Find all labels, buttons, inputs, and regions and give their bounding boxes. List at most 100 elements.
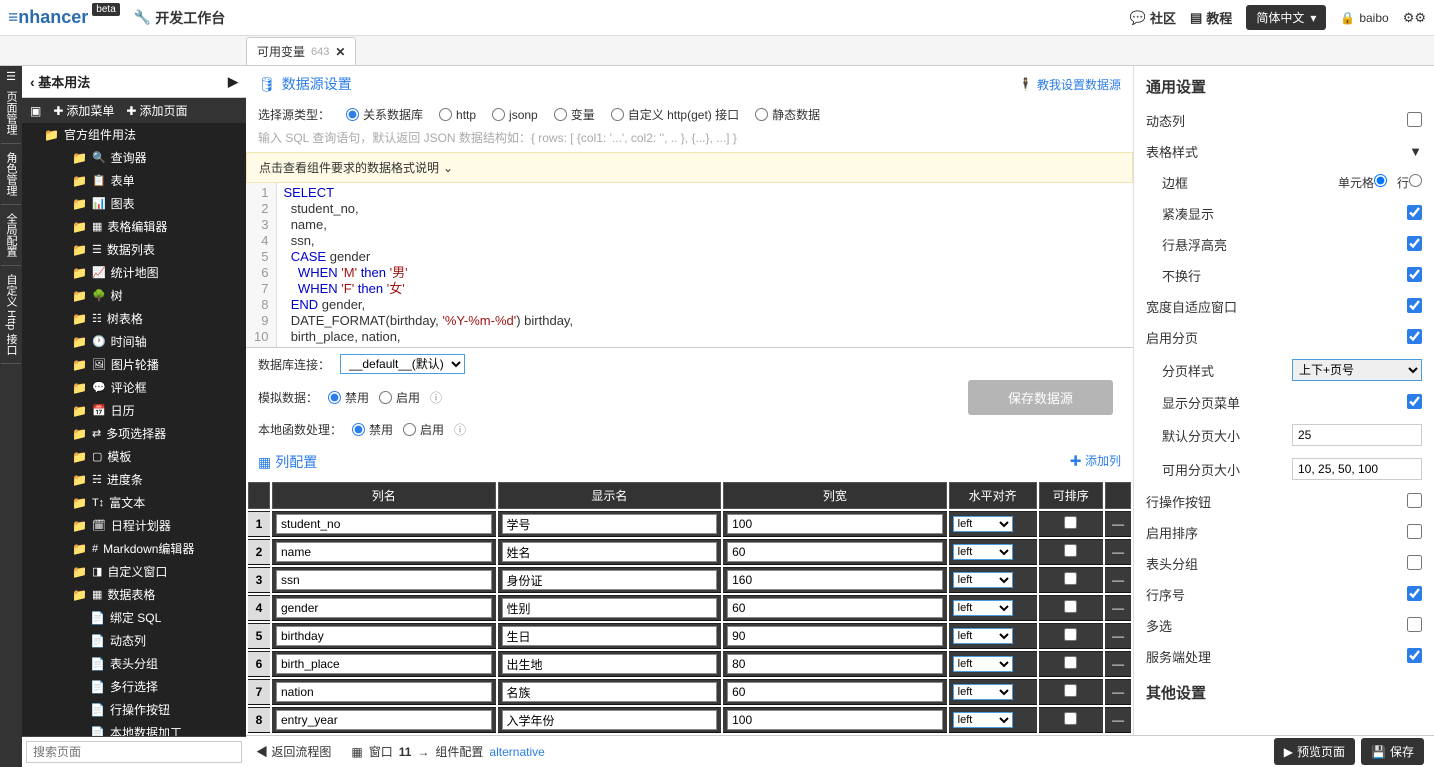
rail-hamburger-icon[interactable]: ☰ bbox=[6, 70, 16, 83]
rail-http-api[interactable]: 自定义 Http 接口 bbox=[1, 266, 21, 364]
remove-icon[interactable]: — bbox=[1112, 517, 1124, 531]
col-disp-input[interactable] bbox=[502, 710, 718, 730]
radio-mock-enable[interactable]: 启用 bbox=[379, 389, 420, 406]
col-disp-input[interactable] bbox=[502, 570, 718, 590]
tree-item[interactable]: 📁▦数据表格 bbox=[22, 583, 246, 606]
radio-jsonp[interactable]: jsonp bbox=[492, 108, 538, 122]
user-badge[interactable]: 🔒baibo bbox=[1340, 11, 1388, 25]
col-align-select[interactable]: left bbox=[953, 712, 1013, 728]
col-name-input[interactable] bbox=[276, 514, 492, 534]
radio-fn-disable[interactable]: 禁用 bbox=[352, 421, 393, 438]
info-icon[interactable]: ⓘ bbox=[430, 389, 442, 406]
chk-dyncols[interactable] bbox=[1407, 112, 1422, 127]
tree-item[interactable]: 📁▢模板 bbox=[22, 445, 246, 468]
rail-global-cfg[interactable]: 全局配置 bbox=[1, 205, 21, 266]
col-width-input[interactable] bbox=[727, 514, 943, 534]
tab-current[interactable]: 可用变量 643 ✕ bbox=[246, 37, 356, 65]
sql-editor[interactable]: 12345678910 SELECT student_no, name, ssn… bbox=[246, 183, 1133, 348]
chk-server[interactable] bbox=[1407, 648, 1422, 663]
col-sortable-chk[interactable] bbox=[1064, 600, 1077, 613]
close-icon[interactable]: ✕ bbox=[335, 45, 345, 59]
play-icon[interactable]: ▶ bbox=[228, 74, 238, 90]
tree-item[interactable]: 📄多行选择 bbox=[22, 675, 246, 698]
col-align-select[interactable]: left bbox=[953, 544, 1013, 560]
col-disp-input[interactable] bbox=[502, 626, 718, 646]
tree-item[interactable]: 📁☵进度条 bbox=[22, 468, 246, 491]
tree-item[interactable]: 📄绑定 SQL bbox=[22, 606, 246, 629]
db-conn-select[interactable]: __default__(默认) bbox=[340, 354, 465, 374]
chk-paging[interactable] bbox=[1407, 329, 1422, 344]
input-defpagesize[interactable] bbox=[1292, 424, 1422, 446]
col-align-select[interactable]: left bbox=[953, 600, 1013, 616]
radio-http[interactable]: http bbox=[439, 108, 476, 122]
col-name-input[interactable] bbox=[276, 570, 492, 590]
col-disp-input[interactable] bbox=[502, 682, 718, 702]
radio-mock-disable[interactable]: 禁用 bbox=[328, 389, 369, 406]
col-name-input[interactable] bbox=[276, 626, 492, 646]
community-link[interactable]: 💬社区 bbox=[1130, 8, 1176, 27]
col-align-select[interactable]: left bbox=[953, 516, 1013, 532]
col-name-input[interactable] bbox=[276, 654, 492, 674]
col-align-select[interactable]: left bbox=[953, 572, 1013, 588]
save-datasource-button[interactable]: 保存数据源 bbox=[968, 380, 1113, 415]
col-width-input[interactable] bbox=[727, 654, 943, 674]
tree-item[interactable]: 📁🔍查询器 bbox=[22, 146, 246, 169]
remove-icon[interactable]: — bbox=[1112, 601, 1124, 615]
tree-item[interactable]: 📁#Markdown编辑器 bbox=[22, 537, 246, 560]
radio-row[interactable]: 行 bbox=[1397, 174, 1422, 191]
tutorial-link[interactable]: ▤教程 bbox=[1190, 8, 1232, 27]
chk-seqno[interactable] bbox=[1407, 586, 1422, 601]
remove-icon[interactable]: — bbox=[1112, 713, 1124, 727]
col-sortable-chk[interactable] bbox=[1064, 544, 1077, 557]
tree-item[interactable]: 📁🗓日程计划器 bbox=[22, 514, 246, 537]
info-icon[interactable]: ⓘ bbox=[454, 421, 466, 438]
chk-sort[interactable] bbox=[1407, 524, 1422, 539]
tree-item[interactable]: 📁💬评论框 bbox=[22, 376, 246, 399]
remove-icon[interactable]: — bbox=[1112, 629, 1124, 643]
add-column-button[interactable]: ✚ 添加列 bbox=[1070, 452, 1121, 472]
chk-multisel[interactable] bbox=[1407, 617, 1422, 632]
remove-icon[interactable]: — bbox=[1112, 573, 1124, 587]
caret-left-icon[interactable]: ‹ bbox=[30, 74, 35, 90]
col-width-input[interactable] bbox=[727, 682, 943, 702]
back-button[interactable]: ◀ 返回流程图 bbox=[256, 743, 331, 760]
col-name-input[interactable] bbox=[276, 682, 492, 702]
tree-item[interactable]: 📁▦表格编辑器 bbox=[22, 215, 246, 238]
radio-rdb[interactable]: 关系数据库 bbox=[346, 106, 423, 123]
col-name-input[interactable] bbox=[276, 542, 492, 562]
remove-icon[interactable]: — bbox=[1112, 685, 1124, 699]
col-disp-input[interactable] bbox=[502, 654, 718, 674]
tree-item[interactable]: 📁◨自定义窗口 bbox=[22, 560, 246, 583]
tree-item[interactable]: 📄行操作按钮 bbox=[22, 698, 246, 721]
language-selector[interactable]: 简体中文▾ bbox=[1246, 5, 1326, 30]
col-disp-input[interactable] bbox=[502, 598, 718, 618]
tree-item[interactable]: 📁⇄多项选择器 bbox=[22, 422, 246, 445]
tree-item[interactable]: 📁T↕富文本 bbox=[22, 491, 246, 514]
settings-icon[interactable]: ⚙⚙ bbox=[1403, 10, 1426, 26]
tree-item[interactable]: 📁🌳树 bbox=[22, 284, 246, 307]
tree-item[interactable]: 📁🖼图片轮播 bbox=[22, 353, 246, 376]
chk-nowrap[interactable] bbox=[1407, 267, 1422, 282]
radio-fn-enable[interactable]: 启用 bbox=[403, 421, 444, 438]
radio-var[interactable]: 变量 bbox=[554, 106, 595, 123]
col-width-input[interactable] bbox=[727, 598, 943, 618]
tree-item[interactable]: 📁📊图表 bbox=[22, 192, 246, 215]
tree-item[interactable]: 📁📋表单 bbox=[22, 169, 246, 192]
tree-item[interactable]: 📁官方组件用法 bbox=[22, 123, 246, 146]
remove-icon[interactable]: — bbox=[1112, 545, 1124, 559]
save-button[interactable]: 💾 保存 bbox=[1361, 738, 1424, 765]
chk-compact[interactable] bbox=[1407, 205, 1422, 220]
input-availpagesize[interactable] bbox=[1292, 458, 1422, 480]
col-name-input[interactable] bbox=[276, 598, 492, 618]
col-width-input[interactable] bbox=[727, 570, 943, 590]
sel-pagestyle[interactable]: 上下+页号 bbox=[1292, 359, 1422, 381]
preview-button[interactable]: ▶ 预览页面 bbox=[1274, 738, 1355, 765]
tree-item[interactable]: 📄本地数据加工 bbox=[22, 721, 246, 736]
col-sortable-chk[interactable] bbox=[1064, 684, 1077, 697]
search-input[interactable] bbox=[26, 741, 242, 763]
tree-item[interactable]: 📁🕐时间轴 bbox=[22, 330, 246, 353]
tree-item[interactable]: 📄动态列 bbox=[22, 629, 246, 652]
radio-cell[interactable]: 单元格 bbox=[1338, 174, 1387, 191]
col-sortable-chk[interactable] bbox=[1064, 628, 1077, 641]
add-menu-button[interactable]: ✚ 添加菜单 bbox=[53, 102, 114, 119]
